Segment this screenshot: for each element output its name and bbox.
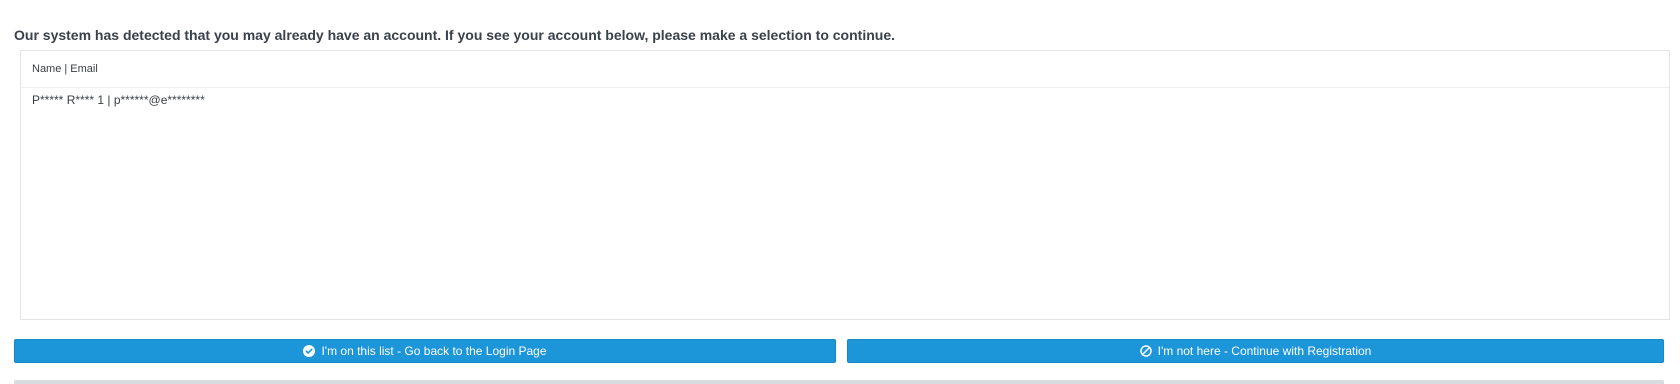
account-detection-page: Our system has detected that you may alr… — [0, 0, 1680, 384]
account-detected-notice: Our system has detected that you may alr… — [14, 27, 895, 43]
ban-icon — [1139, 345, 1152, 357]
account-list-item[interactable]: P***** R**** 1 | p******@e******** — [21, 88, 1669, 107]
bottom-divider — [14, 380, 1664, 384]
check-circle-icon — [303, 345, 316, 357]
account-list-header: Name | Email — [21, 51, 1669, 88]
login-page-button[interactable]: I'm on this list - Go back to the Login … — [14, 339, 836, 363]
continue-registration-button-label: I'm not here - Continue with Registratio… — [1157, 344, 1372, 358]
account-list: Name | Email P***** R**** 1 | p******@e*… — [20, 50, 1670, 320]
continue-registration-button[interactable]: I'm not here - Continue with Registratio… — [847, 339, 1664, 363]
login-page-button-label: I'm on this list - Go back to the Login … — [321, 344, 547, 358]
